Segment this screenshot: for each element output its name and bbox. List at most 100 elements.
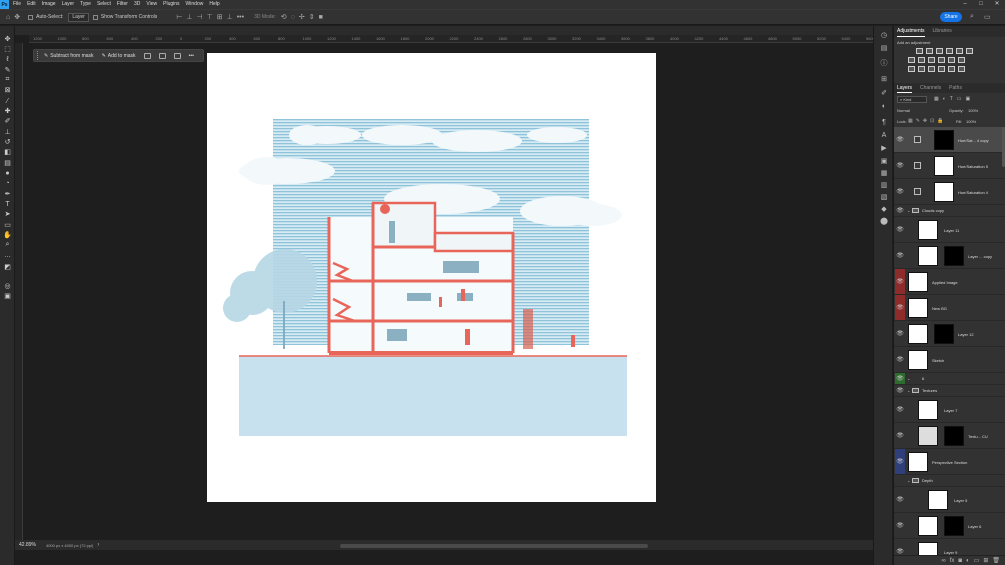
blur-tool-icon[interactable]: ● <box>3 169 12 177</box>
layer-mask-thumbnail[interactable] <box>944 426 964 446</box>
align-top-icon[interactable]: ⊤ <box>207 13 213 21</box>
layer-thumbnail[interactable] <box>918 542 938 555</box>
layer-row[interactable]: 👁 Layer 9 <box>894 539 1005 555</box>
layer-mask-thumbnail[interactable] <box>944 246 964 266</box>
more-tools-icon[interactable]: … <box>3 251 12 259</box>
layer-style-icon[interactable]: fx <box>950 558 955 564</box>
eye-icon[interactable]: 👁 <box>895 347 905 372</box>
eye-icon[interactable] <box>895 475 905 486</box>
menu-plugins[interactable]: Plugins <box>163 0 179 9</box>
layer-row[interactable]: 👁 Textu... CU <box>894 423 1005 449</box>
properties-icon[interactable]: ⊞ <box>880 76 888 83</box>
eye-icon[interactable]: 👁 <box>895 423 905 448</box>
layer-thumbnail[interactable] <box>908 350 928 370</box>
layer-thumbnail[interactable] <box>908 298 928 318</box>
layer-group-row[interactable]: 👁 ⌄ 6 <box>894 373 1005 385</box>
black-white-icon[interactable] <box>928 57 935 63</box>
blend-mode-dropdown[interactable]: Normal <box>897 107 935 114</box>
tab-paths[interactable]: Paths <box>949 83 962 93</box>
home-icon[interactable]: ⌂ <box>6 14 10 21</box>
align-left-icon[interactable]: ⊢ <box>176 13 182 21</box>
move-tool-icon[interactable]: ✥ <box>3 35 12 43</box>
vibrance-icon[interactable] <box>956 48 963 54</box>
share-button[interactable]: Share <box>940 12 962 22</box>
layer-mask-thumbnail[interactable] <box>934 130 954 150</box>
minimize-icon[interactable]: – <box>957 0 973 9</box>
styles-icon[interactable]: ⬤ <box>880 218 888 225</box>
menu-type[interactable]: Type <box>80 0 91 9</box>
layer-thumbnail[interactable] <box>918 426 938 446</box>
brushes-icon[interactable]: ✐ <box>880 90 888 97</box>
gradients-icon[interactable]: ▥ <box>880 182 888 189</box>
new-adjustment-icon[interactable]: ◐ <box>966 558 970 564</box>
gradient-fill-icon[interactable] <box>948 66 955 72</box>
search-icon[interactable]: ⌕ <box>970 13 974 21</box>
brightness-icon[interactable] <box>916 48 923 54</box>
layer-row[interactable]: 👁 Hue/Saturation 4 <box>894 179 1005 205</box>
3d-slide-icon[interactable]: ⇕ <box>309 13 315 21</box>
fill-value[interactable]: 100% <box>966 118 976 125</box>
tab-libraries[interactable]: Libraries <box>933 26 952 37</box>
transform-controls-checkbox[interactable]: Show Transform Controls <box>92 14 157 20</box>
add-mask-icon[interactable]: ◙ <box>958 558 962 564</box>
layer-thumbnail[interactable] <box>918 246 938 266</box>
threshold-icon[interactable] <box>928 66 935 72</box>
layer-filter-icons[interactable]: ▦◐T▭▣ <box>934 96 974 102</box>
chevron-down-icon[interactable]: ⌄ <box>907 376 910 381</box>
eye-icon[interactable]: 👁 <box>895 373 905 384</box>
layer-thumbnail[interactable] <box>908 324 928 344</box>
menu-select[interactable]: Select <box>97 0 111 9</box>
history-icon[interactable]: ◷ <box>880 32 888 39</box>
posterize-icon[interactable] <box>918 66 925 72</box>
layer-thumbnail[interactable] <box>918 516 938 536</box>
layer-mask-thumbnail[interactable] <box>934 324 954 344</box>
invert-mask-icon[interactable] <box>143 52 151 59</box>
lasso-tool-icon[interactable]: ℓ <box>3 55 12 63</box>
layer-thumbnail[interactable] <box>908 452 928 472</box>
exposure-icon[interactable] <box>946 48 953 54</box>
layer-row[interactable]: 👁 Layer ... copy <box>894 243 1005 269</box>
selective-color-icon[interactable] <box>938 66 945 72</box>
align-bottom-icon[interactable]: ⊥ <box>227 13 233 21</box>
gradient-map-icon[interactable] <box>966 48 973 54</box>
eye-icon[interactable]: 👁 <box>895 487 905 512</box>
auto-select-dropdown[interactable]: Layer <box>68 12 89 22</box>
type-tool-icon[interactable]: T <box>3 200 12 208</box>
layer-thumbnail[interactable] <box>908 272 928 292</box>
glyphs-icon[interactable]: ▣ <box>880 158 888 165</box>
menu-window[interactable]: Window <box>186 0 204 9</box>
link-layers-icon[interactable]: ∞ <box>941 558 945 564</box>
subtract-from-mask-button[interactable]: ✎ Subtract from mask <box>44 53 94 59</box>
layer-thumbnail[interactable] <box>918 220 938 240</box>
layer-mask-thumbnail[interactable] <box>944 516 964 536</box>
layer-row[interactable]: 👁 Applied Image <box>894 269 1005 295</box>
new-group-icon[interactable]: ▭ <box>974 557 980 564</box>
chevron-down-icon[interactable]: ⌄ <box>907 478 910 483</box>
layer-group-row[interactable]: ⌄ Depth <box>894 475 1005 487</box>
curves-icon[interactable] <box>936 48 943 54</box>
tab-adjustments[interactable]: Adjustments <box>897 26 925 37</box>
feather-mask-icon[interactable] <box>158 52 166 59</box>
more-options-button[interactable]: ••• <box>189 53 194 59</box>
levels-icon[interactable] <box>926 48 933 54</box>
opacity-value[interactable]: 100% <box>968 107 978 114</box>
layer-mask-thumbnail[interactable] <box>934 156 954 176</box>
dodge-tool-icon[interactable]: ◔ <box>3 179 12 187</box>
brush-tool-icon[interactable]: ✐ <box>3 117 12 125</box>
eyedropper-tool-icon[interactable]: ⁄ <box>3 97 12 105</box>
chevron-right-icon[interactable]: › <box>97 542 99 548</box>
paragraph-icon[interactable]: ¶ <box>880 119 888 126</box>
tab-layers[interactable]: Layers <box>897 83 913 93</box>
eye-icon[interactable]: 👁 <box>895 539 905 555</box>
marquee-tool-icon[interactable]: ⬚ <box>3 45 12 53</box>
quick-mask-icon[interactable]: ◎ <box>3 282 12 290</box>
maximize-icon[interactable]: □ <box>973 0 989 9</box>
layer-filter-dropdown[interactable]: ⌕ Kind <box>897 96 927 103</box>
chevron-down-icon[interactable]: ⌄ <box>907 388 910 393</box>
eye-icon[interactable]: 👁 <box>895 269 905 294</box>
eye-icon[interactable]: 👁 <box>895 127 905 152</box>
hand-tool-icon[interactable]: ✋ <box>3 231 12 239</box>
3d-drag-icon[interactable]: ✢ <box>299 13 305 21</box>
menu-file[interactable]: File <box>13 0 21 9</box>
3d-rotate-icon[interactable]: ⟲ <box>281 13 287 21</box>
